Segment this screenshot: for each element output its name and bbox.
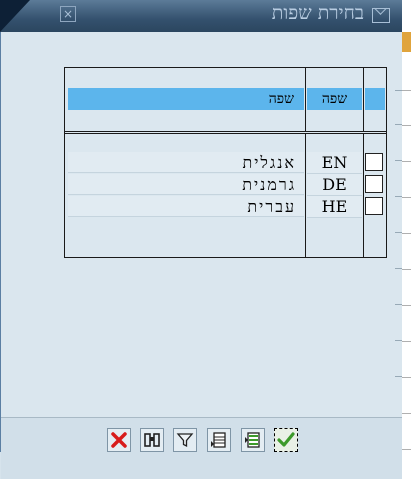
- titlebar-corner: [0, 0, 30, 32]
- row-checkbox[interactable]: [365, 197, 383, 215]
- deselect-all-icon: [245, 432, 260, 448]
- right-gridline: [395, 160, 402, 161]
- right-gridline: [395, 90, 402, 91]
- close-icon[interactable]: ×: [60, 6, 76, 22]
- dialog-toolbar: [1, 417, 402, 479]
- table-row[interactable]: גרמנית DE: [65, 174, 387, 196]
- column-divider: [363, 68, 364, 131]
- right-gridline: [395, 304, 402, 305]
- language-description: גרמנית: [68, 174, 304, 195]
- table-row[interactable]: עברית HE: [65, 196, 387, 218]
- gridline: [402, 125, 411, 126]
- header-separator: [65, 133, 387, 134]
- row-checkbox[interactable]: [365, 153, 383, 171]
- gridline: [402, 90, 411, 91]
- right-gridline: [395, 376, 402, 377]
- language-description: עברית: [68, 196, 304, 217]
- gridline: [402, 161, 411, 162]
- gridline: [402, 197, 411, 198]
- right-gridline: [395, 196, 402, 197]
- language-code: HE: [307, 196, 362, 218]
- gridline: [402, 305, 411, 306]
- select-all-icon: [211, 432, 226, 448]
- column-header-code[interactable]: שפה: [307, 88, 362, 110]
- language-table: שפה שפה אנגלית EN גרמנית DE עברית HE: [64, 67, 387, 258]
- column-divider: [305, 68, 306, 131]
- table-row[interactable]: אנגלית EN: [65, 152, 387, 174]
- dialog-title: בחירת שפות: [271, 2, 364, 24]
- language-description: אנגלית: [68, 152, 304, 173]
- background-window-edge: [402, 0, 411, 479]
- dialog-titlebar[interactable]: × בחירת שפות: [0, 0, 402, 32]
- find-button[interactable]: [140, 428, 164, 452]
- right-gridline: [395, 232, 402, 233]
- checkmark-icon: [277, 432, 295, 447]
- gridline: [402, 377, 411, 378]
- gridline: [402, 449, 411, 450]
- row-checkbox[interactable]: [365, 175, 383, 193]
- right-gridline: [395, 268, 402, 269]
- filter-button[interactable]: [173, 428, 197, 452]
- language-code: EN: [307, 152, 362, 174]
- language-selection-dialog: × בחירת שפות שפה שפה אנגלית EN גרמנית DE…: [0, 0, 402, 479]
- cancel-button[interactable]: [107, 428, 131, 452]
- gridline: [402, 233, 411, 234]
- binoculars-icon: [144, 433, 160, 447]
- gridline: [402, 413, 411, 414]
- select-all-column-header[interactable]: [365, 88, 385, 110]
- filter-icon: [176, 433, 194, 448]
- right-gridline: [395, 124, 402, 125]
- dialog-content: שפה שפה אנגלית EN גרמנית DE עברית HE: [1, 32, 402, 417]
- gridline: [402, 269, 411, 270]
- right-gridline: [395, 340, 402, 341]
- deselect-all-button[interactable]: [241, 428, 265, 452]
- header-separator: [65, 131, 387, 132]
- column-header-description[interactable]: שפה: [68, 88, 304, 110]
- window-icon: [372, 8, 390, 23]
- gridline: [402, 341, 411, 342]
- cancel-x-icon: [111, 432, 127, 448]
- language-code: DE: [307, 174, 362, 196]
- background-highlight: [402, 32, 411, 52]
- confirm-button[interactable]: [274, 428, 298, 452]
- select-all-button[interactable]: [207, 428, 231, 452]
